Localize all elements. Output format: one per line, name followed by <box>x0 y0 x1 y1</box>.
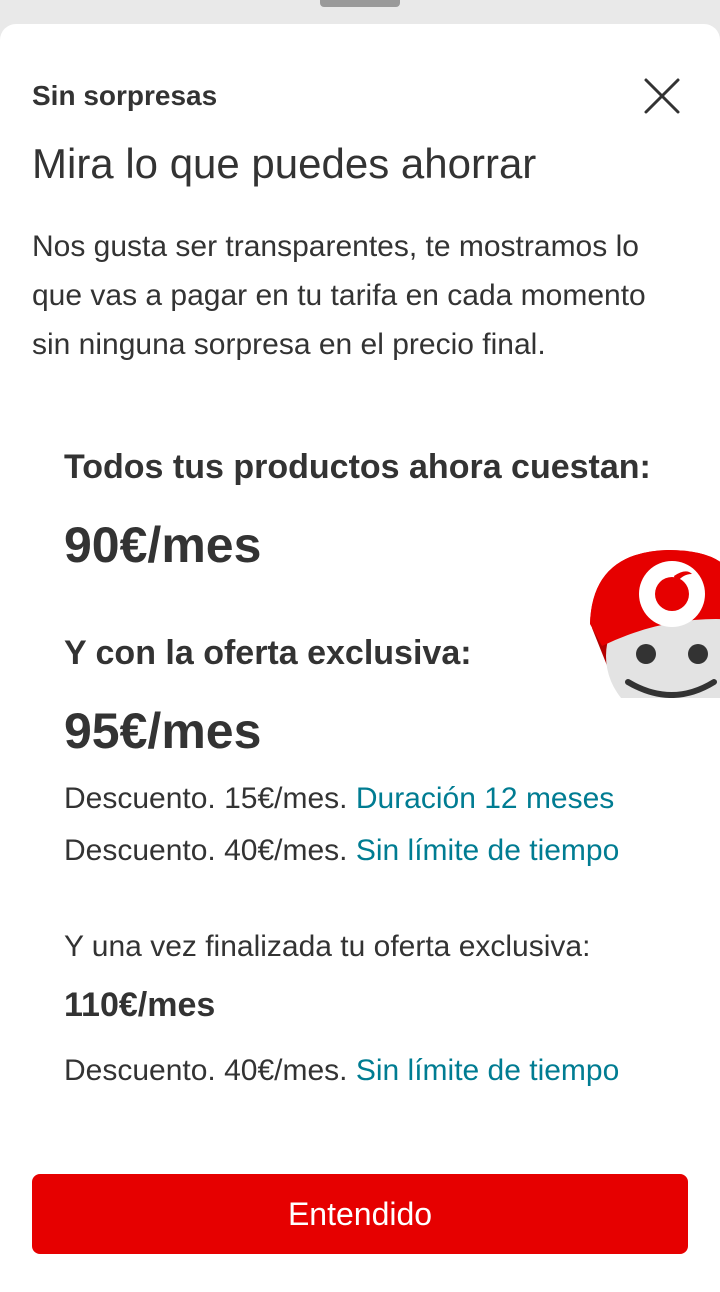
current-price: 90€/mes <box>64 517 262 573</box>
close-button[interactable] <box>636 70 688 122</box>
discount-duration: Sin límite de tiempo <box>355 834 620 867</box>
intro-text: Nos gusta ser transparentes, te mostramo… <box>32 230 646 361</box>
discount-text: Descuento. 40€/mes. <box>64 1054 348 1087</box>
offer-discount-line: Descuento. 40€/mes. Sin límite de tiempo <box>64 834 619 868</box>
discount-text: Descuento. 15€/mes. <box>64 782 348 815</box>
offer-price: 95€/mes <box>64 703 262 759</box>
page-title: Mira lo que puedes ahorrar <box>32 140 537 187</box>
vodafone-tobi-mascot-icon[interactable] <box>588 528 720 722</box>
sheet-drag-handle[interactable] <box>320 0 400 7</box>
discount-duration: Sin límite de tiempo <box>355 1054 620 1087</box>
after-offer-label: Y una vez finalizada tu oferta exclusiva… <box>64 930 591 963</box>
offer-discount-line: Descuento. 15€/mes. Duración 12 meses <box>64 782 614 816</box>
sheet-subtitle: Sin sorpresas <box>32 80 218 111</box>
after-offer-price: 110€/mes <box>64 986 216 1024</box>
offer-price-label: Y con la oferta exclusiva: <box>64 634 472 672</box>
current-price-label: Todos tus productos ahora cuestan: <box>64 448 651 486</box>
discount-duration: Duración 12 meses <box>355 782 615 815</box>
after-discount-line: Descuento. 40€/mes. Sin límite de tiempo <box>64 1054 619 1088</box>
understood-button[interactable]: Entendido <box>32 1174 688 1254</box>
discount-text: Descuento. 40€/mes. <box>64 834 348 867</box>
close-icon <box>644 78 680 114</box>
